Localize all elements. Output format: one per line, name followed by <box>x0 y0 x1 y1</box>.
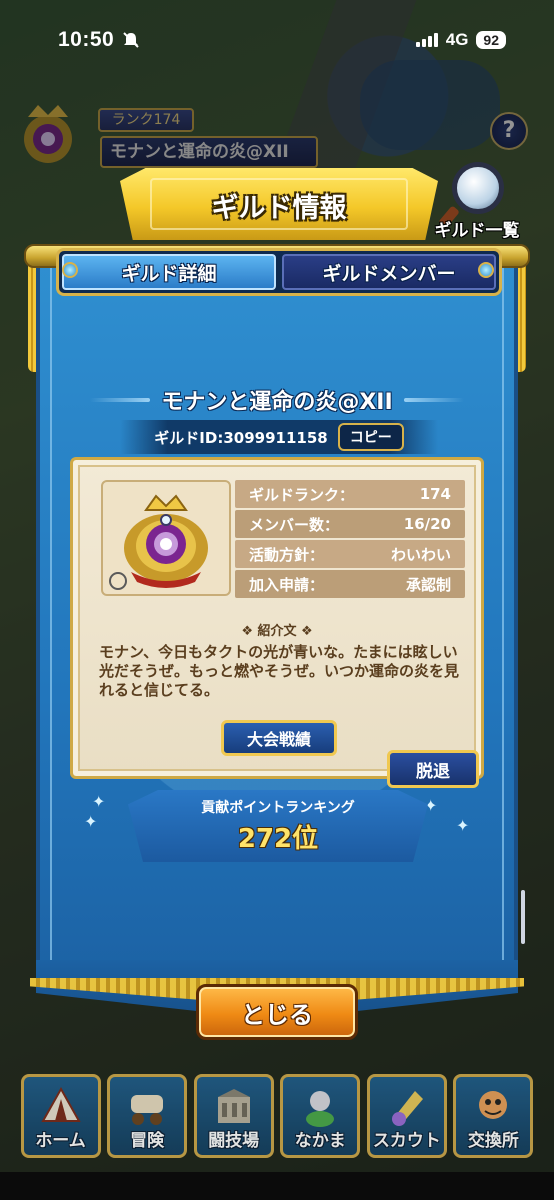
stat-row-rank: ギルドランク： 174 <box>235 480 465 508</box>
wagon-icon <box>131 1095 164 1125</box>
nav-arena[interactable]: 闘技場 <box>193 1074 274 1158</box>
tent-icon <box>40 1086 81 1122</box>
stat-row-application: 加入申請： 承認制 <box>235 570 465 598</box>
status-time: 10:50 <box>58 28 115 51</box>
bell-muted-icon <box>123 32 139 48</box>
tab-gem-icon-right <box>478 262 494 278</box>
nav-label: なかま <box>294 1131 346 1151</box>
guild-info-card: ギルドランク： 174 メンバー数： 16/20 活動方針： わいわい 加入申請… <box>70 457 484 788</box>
nav-label: ホーム <box>35 1131 86 1151</box>
guild-id: ギルドID:3099911158 <box>154 428 328 447</box>
intro-text: モナン、今日もタクトの光が青いな。たまには眩しい光だそうぜ。もっと燃やそうぜ。い… <box>99 643 460 699</box>
scrollbar[interactable] <box>521 890 525 944</box>
sparkle-icon: ✦ <box>456 816 470 835</box>
nav-label: 交換所 <box>467 1131 519 1151</box>
home-indicator-bar <box>0 1172 554 1200</box>
nav-home[interactable]: ホーム <box>20 1074 101 1158</box>
stat-row-members: メンバー数： 16/20 <box>235 510 465 538</box>
copy-button[interactable]: コピー <box>337 423 404 451</box>
sparkle-icon: ✦ <box>92 792 106 811</box>
stat-label: ギルドランク： <box>249 485 355 504</box>
stat-label: 加入申請： <box>249 575 325 594</box>
tab-bar: ギルド詳細 ギルドメンバー <box>56 248 502 296</box>
status-bar: 10:50 4G 92 <box>0 0 554 80</box>
nav-adventure[interactable]: 冒険 <box>107 1074 188 1158</box>
stat-row-policy: 活動方針： わいわい <box>235 540 465 568</box>
modal-title: ギルド情報 <box>211 193 347 224</box>
status-right: 4G 92 <box>415 30 506 50</box>
network-type: 4G <box>445 30 469 49</box>
nav-label: 闘技場 <box>208 1131 260 1151</box>
nav-label: スカウト <box>372 1131 441 1151</box>
zoom-icon <box>109 572 127 590</box>
guild-list-label: ギルド一覧 <box>434 221 520 241</box>
guild-stats: ギルドランク： 174 メンバー数： 16/20 活動方針： わいわい 加入申請… <box>235 480 465 598</box>
party-icon <box>306 1091 335 1127</box>
status-left: 10:50 <box>58 28 140 52</box>
stat-value: 174 <box>419 485 451 503</box>
tab-guild-members[interactable]: ギルドメンバー <box>282 254 496 290</box>
stat-value: 承認制 <box>405 575 451 594</box>
close-button[interactable]: とじる <box>196 984 358 1040</box>
exchange-icon <box>479 1091 508 1119</box>
bottom-nav: ホーム 冒険 闘技場 なかま スカウト 交換所 <box>0 1062 554 1172</box>
guild-name-heading: モナンと運命の炎@XII <box>90 376 464 424</box>
tab-gem-icon-left <box>62 262 78 278</box>
magnifier-icon <box>452 162 504 214</box>
nav-exchange[interactable]: 交換所 <box>453 1074 534 1158</box>
signal-icon <box>415 33 438 47</box>
tab-guild-details[interactable]: ギルド詳細 <box>62 254 276 290</box>
nav-party[interactable]: なかま <box>280 1074 361 1158</box>
ranking-value: 272位 <box>237 824 319 854</box>
scout-icon <box>391 1091 423 1126</box>
guild-id-row: ギルドID:3099911158 コピー <box>120 420 438 454</box>
stat-label: メンバー数： <box>249 515 340 534</box>
leave-guild-button[interactable]: 脱退 <box>387 750 479 788</box>
stat-value: わいわい <box>390 545 451 564</box>
guild-name: モナンと運命の炎@XII <box>161 390 393 415</box>
tournament-record-button[interactable]: 大会戦績 <box>221 720 337 756</box>
battery-level: 92 <box>476 31 506 49</box>
nav-label: 冒険 <box>130 1131 165 1151</box>
stat-label: 活動方針： <box>249 545 325 564</box>
stat-value: 16/20 <box>403 515 451 533</box>
guild-list-button[interactable]: ギルド一覧 <box>430 160 524 241</box>
nav-scout[interactable]: スカウト <box>366 1074 447 1158</box>
guild-emblem-box[interactable] <box>101 480 231 596</box>
arena-icon <box>217 1089 250 1123</box>
sparkle-icon: ✦ <box>84 812 98 831</box>
ranking-title: 貢献ポイントランキング <box>201 800 355 816</box>
intro-label: ❖ 紹介文 ❖ <box>241 624 313 639</box>
